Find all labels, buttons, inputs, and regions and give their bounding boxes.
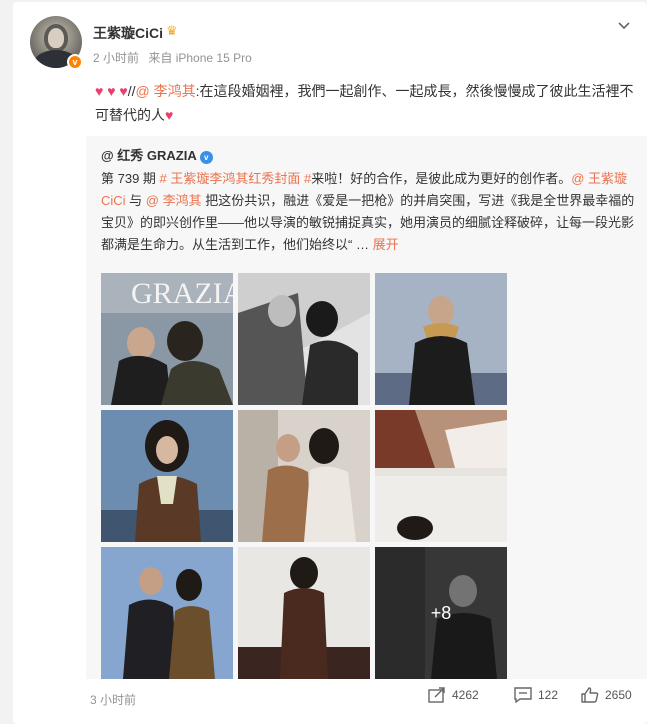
photo-2[interactable] — [238, 273, 370, 405]
comment-count: 122 — [538, 688, 559, 702]
hashtag-link[interactable]: # 王紫璇李鸿其红秀封面 # — [160, 171, 312, 186]
share-icon — [428, 687, 445, 703]
photo-4[interactable] — [101, 410, 233, 542]
photo-9[interactable]: +8 — [375, 547, 507, 679]
repost-slashes: // — [127, 83, 136, 99]
reposted-content[interactable]: @ 红秀 GRAZIA v 第 739 期 # 王紫璇李鸿其红秀封面 #来啦！好的… — [86, 136, 647, 679]
comment-button[interactable]: 122 — [514, 687, 558, 703]
heart-emoji: ♥ — [165, 107, 174, 123]
photo-5[interactable] — [238, 410, 370, 542]
author-name[interactable]: 王紫璇CiCi — [93, 23, 163, 43]
mention-link[interactable]: @ 李鸿其 — [136, 83, 196, 99]
verified-badge-icon: v — [199, 151, 213, 164]
expand-link[interactable]: 展开 — [373, 237, 399, 252]
repost-text-1: 来啦！好的合作，是彼此成为更好的创作者。 — [311, 171, 572, 186]
photo-7[interactable] — [101, 547, 233, 679]
magazine-logo: GRAZIA — [131, 277, 233, 310]
post-source: 来自 iPhone 15 Pro — [148, 51, 252, 65]
repost-body: 第 739 期 # 王紫璇李鸿其红秀封面 #来啦！好的合作，是彼此成为更好的创作… — [101, 168, 636, 256]
photo-8[interactable] — [238, 547, 370, 679]
photo-1[interactable]: GRAZIA — [101, 273, 233, 405]
like-count: 2650 — [605, 688, 632, 702]
repost-text-2: 与 — [125, 193, 146, 208]
verified-badge-icon: v — [67, 54, 83, 70]
post-meta: 2 小时前 来自 iPhone 15 Pro — [93, 49, 252, 66]
post-time[interactable]: 2 小时前 — [93, 51, 139, 65]
photo-6[interactable] — [375, 410, 507, 542]
weibo-post-card: v 王紫璇CiCi ♛ 2 小时前 来自 iPhone 15 Pro ♥ ♥ ♥… — [13, 2, 647, 724]
share-count: 4262 — [452, 688, 479, 702]
like-icon — [581, 687, 599, 703]
hearts-emoji: ♥ ♥ ♥ — [95, 83, 128, 99]
comment-icon — [514, 687, 532, 703]
repost-author-name[interactable]: @ 红秀 GRAZIA — [101, 148, 197, 163]
repost-author[interactable]: @ 红秀 GRAZIA v — [101, 145, 213, 164]
post-body: ♥ ♥ ♥//@ 李鸿其:在這段婚姻裡，我們一起創作、一起成長，然後慢慢成了彼此… — [95, 79, 635, 127]
like-button[interactable]: 2650 — [581, 687, 632, 703]
repost-time[interactable]: 3 小时前 — [90, 691, 136, 708]
chevron-down-icon[interactable] — [617, 18, 631, 32]
more-photos-count[interactable]: +8 — [375, 547, 507, 679]
mention-link[interactable]: @ 李鸿其 — [146, 193, 202, 208]
photo-3[interactable] — [375, 273, 507, 405]
issue-number: 第 739 期 — [101, 171, 156, 186]
share-button[interactable]: 4262 — [428, 687, 479, 703]
crown-icon: ♛ — [166, 23, 178, 38]
